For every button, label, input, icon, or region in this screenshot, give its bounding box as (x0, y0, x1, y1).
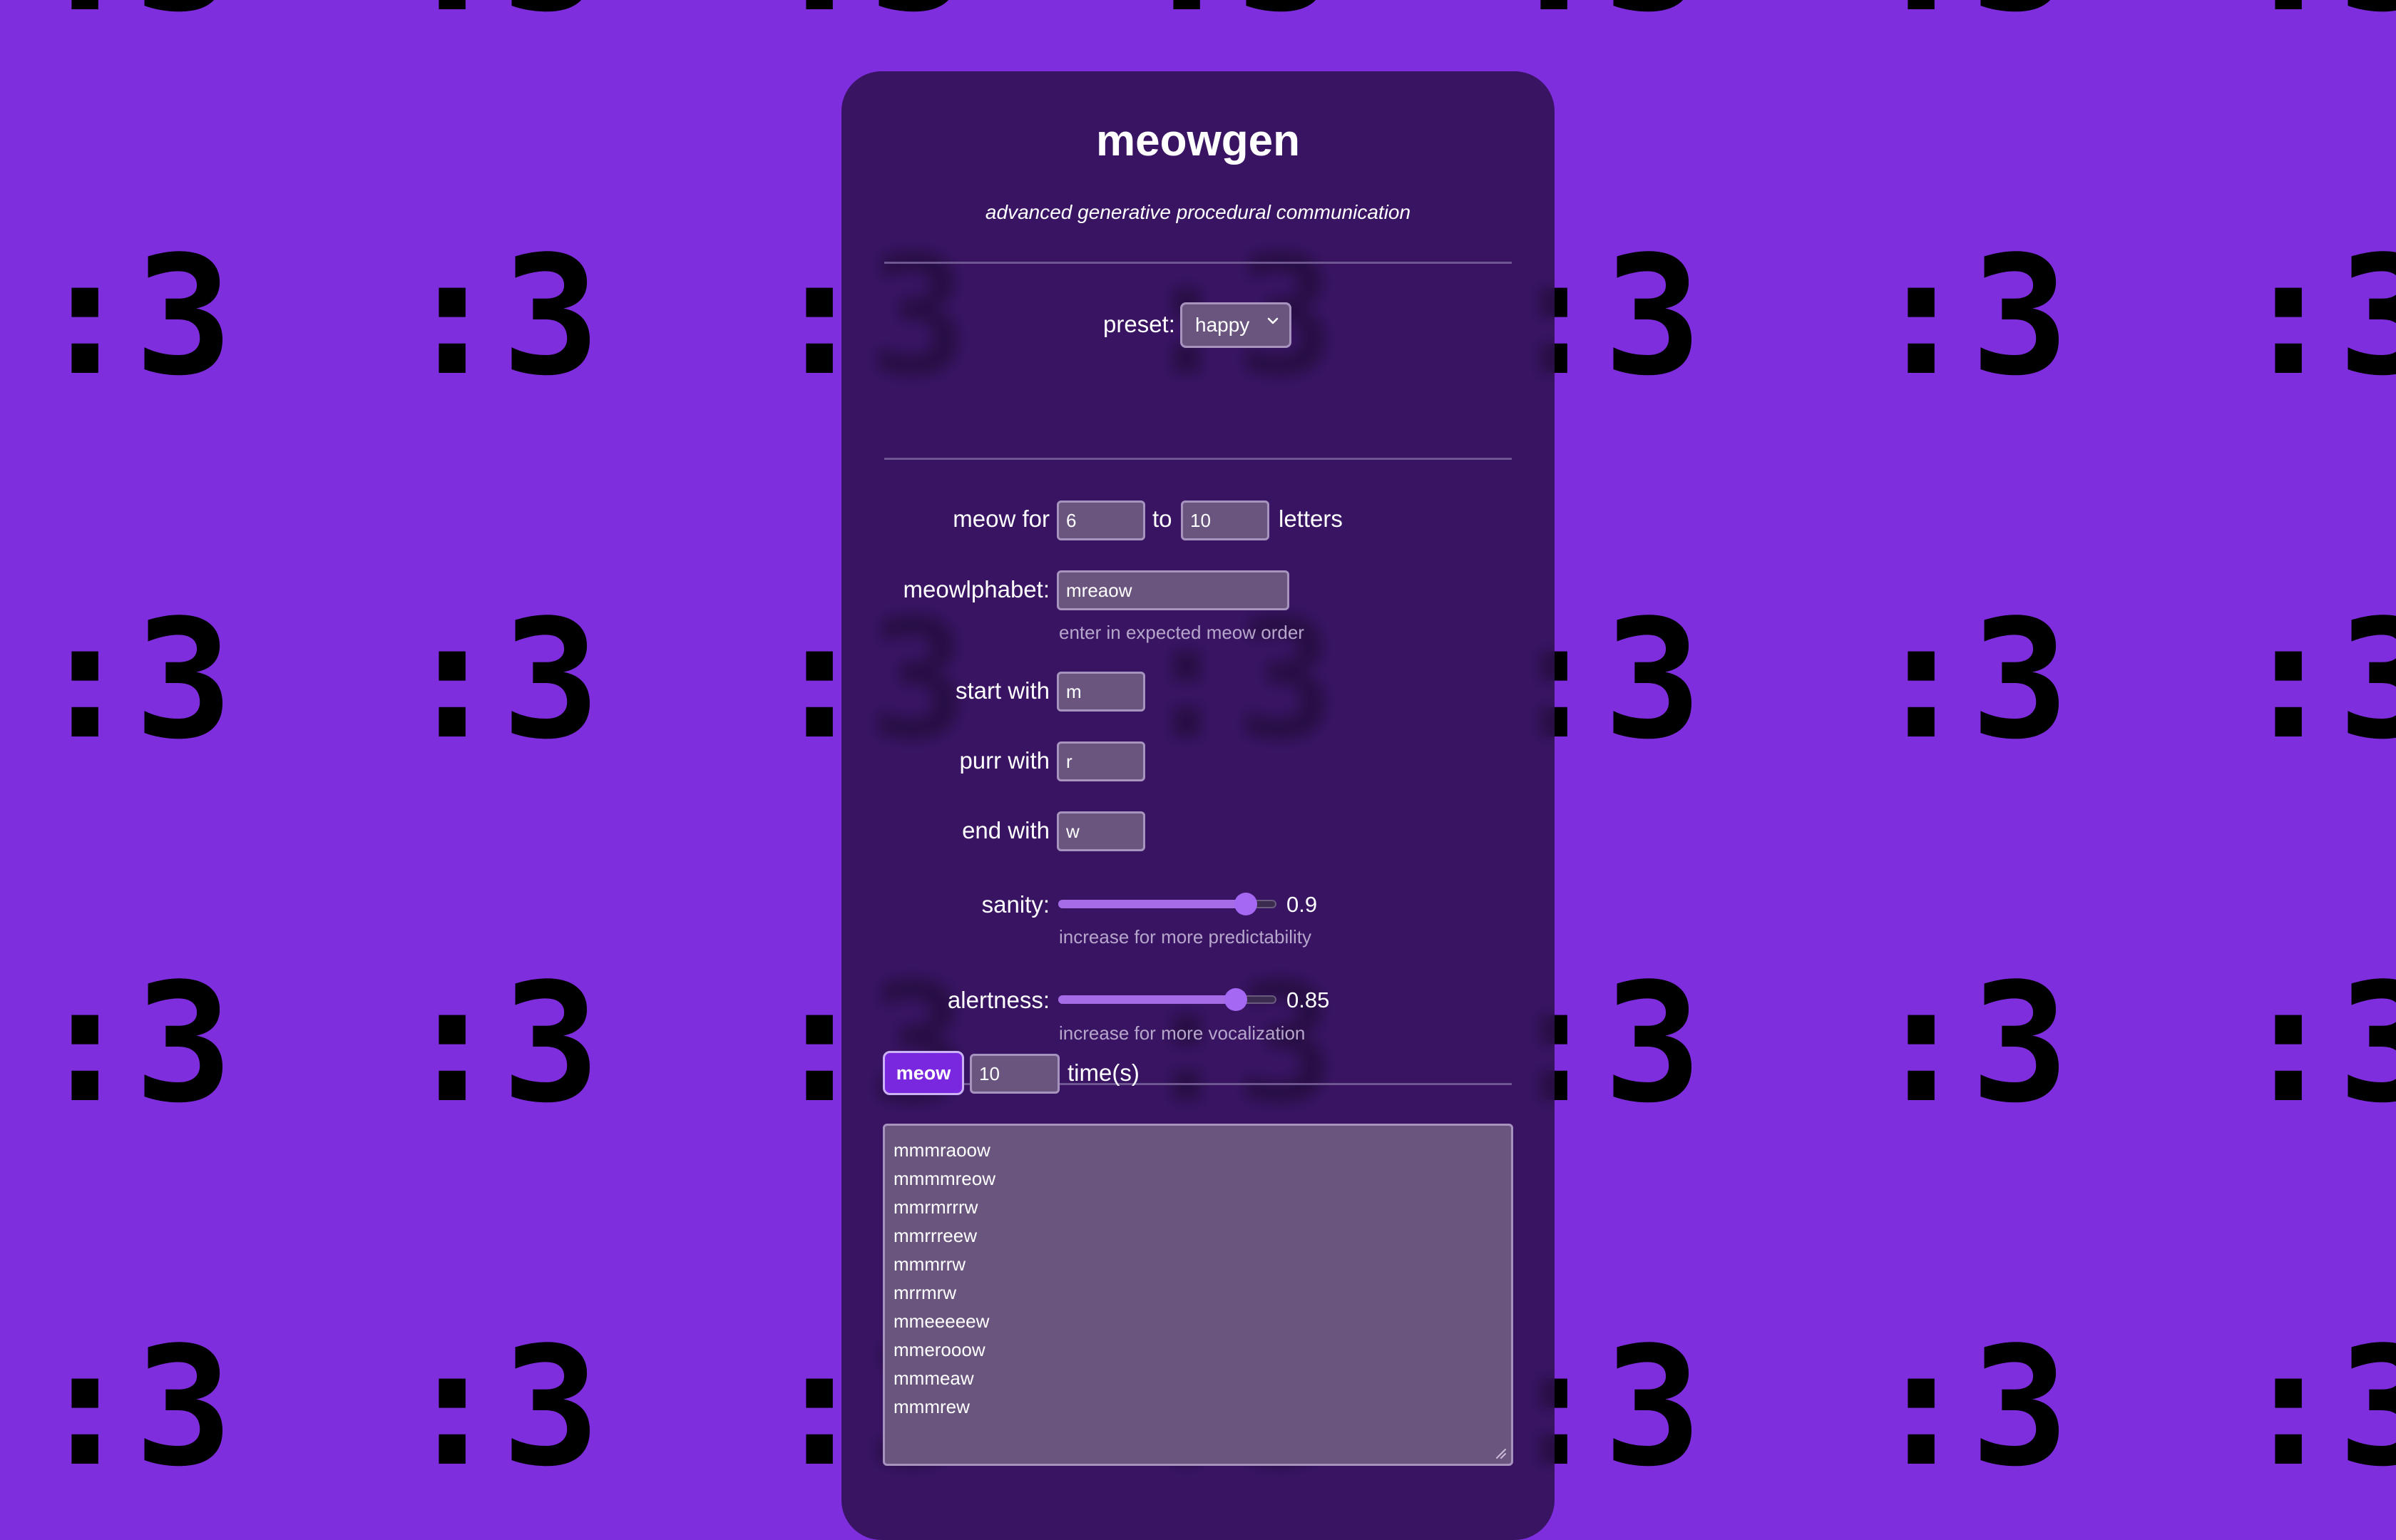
cat-face-glyph: :3 (2239, 949, 2396, 1139)
cat-face-glyph: :3 (2239, 585, 2396, 776)
output-line: mmrmrrrw (894, 1196, 978, 1218)
times-label: time(s) (1068, 1059, 1140, 1086)
start-with-input[interactable] (1057, 672, 1145, 712)
cat-face-glyph: :3 (1872, 949, 2069, 1139)
output-line: mmrrreew (894, 1225, 977, 1246)
sanity-label: sanity: (981, 891, 1050, 918)
cat-face-glyph: :3 (1872, 585, 2069, 776)
meow-count-input[interactable] (970, 1054, 1060, 1094)
length-to-label: to (1152, 505, 1172, 532)
cat-face-glyph: :3 (403, 222, 600, 412)
sanity-value: 0.9 (1286, 892, 1318, 917)
cat-face-glyph: :3 (2239, 1313, 2396, 1497)
min-length-input[interactable] (1057, 500, 1145, 540)
cat-face-glyph: :3 (1137, 0, 1335, 36)
purr-with-input[interactable] (1057, 741, 1145, 781)
cat-face-glyph: :3 (2239, 222, 2396, 412)
cat-face-glyph: :3 (1872, 1313, 2069, 1497)
max-length-input[interactable] (1181, 500, 1269, 540)
output-line: mmmeaw (894, 1367, 974, 1389)
preset-label: preset: (1103, 311, 1175, 337)
chevron-down-icon (1267, 317, 1279, 324)
divider (884, 262, 1512, 264)
cat-face-glyph: :3 (36, 1313, 233, 1497)
meowgen-panel: meowgen advanced generative procedural c… (841, 71, 1555, 1540)
meowlphabet-hint: enter in expected meow order (1059, 622, 1304, 643)
cat-face-glyph: :3 (36, 222, 233, 412)
output-lines: mmmraoow mmmmreow mmrmrrrw mmrrreew mmmrrw mr… (894, 1136, 1502, 1421)
letters-label: letters (1279, 505, 1343, 532)
sanity-slider[interactable] (1058, 890, 1276, 918)
cat-face-glyph: :3 (1872, 0, 2069, 36)
cat-face-glyph: :3 (36, 0, 233, 36)
meowlphabet-input[interactable] (1057, 570, 1289, 610)
app-subtitle: advanced generative procedural communica… (985, 201, 1411, 223)
cat-face-glyph: :3 (36, 585, 233, 776)
output-line: mrrmrw (894, 1282, 957, 1303)
alertness-value: 0.85 (1286, 987, 1330, 1012)
app-title: meowgen (1096, 116, 1300, 165)
output-line: mmmraoow (894, 1139, 990, 1161)
resize-grip-icon[interactable] (1491, 1444, 1507, 1459)
cat-face-glyph: :3 (770, 0, 968, 36)
divider (884, 458, 1512, 460)
cat-face-glyph: :3 (1505, 0, 1702, 36)
end-with-label: end with (962, 817, 1050, 843)
output-textarea[interactable]: mmmraoow mmmmreow mmrmrrrw mmrrreew mmmrrw mr… (883, 1124, 1513, 1466)
sanity-hint: increase for more predictability (1059, 926, 1312, 948)
cat-face-glyph: :3 (36, 949, 233, 1139)
length-label: meow for (953, 505, 1050, 532)
purr-with-label: purr with (959, 747, 1050, 774)
slider-thumb[interactable] (1234, 893, 1257, 915)
cat-face-glyph: :3 (403, 1313, 600, 1497)
cat-face-glyph: :3 (403, 949, 600, 1139)
cat-face-glyph: :3 (1872, 222, 2069, 412)
cat-face-glyph: :3 (403, 585, 600, 776)
output-line: mmeeeeew (894, 1310, 990, 1332)
end-with-input[interactable] (1057, 811, 1145, 851)
preset-select[interactable]: happy (1180, 302, 1291, 348)
alertness-slider[interactable] (1058, 985, 1276, 1014)
start-with-label: start with (955, 677, 1050, 704)
meowlphabet-label: meowlphabet: (903, 576, 1050, 602)
cat-face-glyph: :3 (2239, 0, 2396, 36)
alertness-hint: increase for more vocalization (1059, 1022, 1306, 1044)
output-line: mmmrew (894, 1396, 970, 1417)
slider-thumb[interactable] (1224, 988, 1247, 1011)
output-line: mmmmreow (894, 1168, 995, 1189)
meow-button[interactable]: meow (883, 1051, 964, 1095)
preset-selected-value: happy (1195, 314, 1250, 336)
output-line: mmmrrw (894, 1253, 966, 1275)
cat-face-glyph: :3 (403, 0, 600, 36)
output-line: mmerooow (894, 1339, 985, 1360)
slider-fill (1058, 995, 1236, 1004)
alertness-label: alertness: (947, 987, 1050, 1013)
slider-fill (1058, 900, 1246, 908)
